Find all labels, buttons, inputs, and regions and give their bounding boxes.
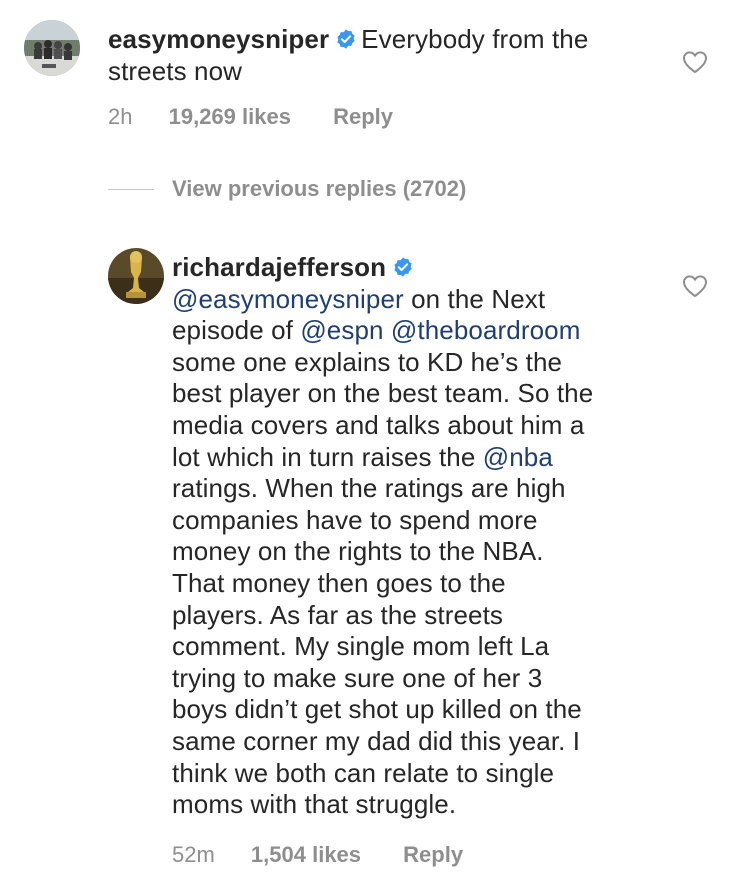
avatar[interactable]: [108, 248, 164, 304]
mention-link[interactable]: @theboardroom: [391, 315, 581, 345]
comment-body-line: think we both can relate to single: [172, 757, 555, 788]
comment-body-line: same corner my dad did this year. I: [172, 725, 581, 756]
comment-body-line: on the Next: [403, 283, 546, 314]
verified-badge-icon: [394, 257, 412, 277]
comment-body-line: trying to make sure one of her 3: [172, 662, 543, 693]
avatar-image: [108, 248, 164, 304]
comment-body-line: players. As far as the streets: [172, 599, 504, 630]
comment-body-line: That money then goes to the: [172, 567, 506, 598]
comment-body-line: boys didn’t get shot up killed on the: [172, 694, 582, 725]
comment-body-line: best player on the best team. So the: [172, 378, 594, 409]
comment-richardajefferson: richardajefferson @easymoneysniper on th…: [0, 0, 738, 896]
username[interactable]: richardajefferson: [172, 252, 386, 282]
mention-link[interactable]: @nba: [483, 442, 553, 472]
reply-button[interactable]: Reply: [403, 842, 463, 868]
mention-link[interactable]: @espn: [300, 315, 383, 345]
comment-body-line: companies have to spend more: [172, 504, 538, 535]
heart-outline-icon[interactable]: [682, 274, 708, 298]
comment-body-line: media covers and talks about him a: [172, 409, 585, 440]
comment-meta: 52m 1,504 likes Reply: [172, 842, 463, 868]
comment-body-line: comment. My single mom left La: [172, 631, 550, 662]
comment-body-line: some one explains to KD he’s the: [172, 346, 563, 377]
likes-count[interactable]: 1,504 likes: [251, 842, 361, 868]
comment-body-line: moms with that struggle.: [172, 789, 457, 820]
comment-body-line: episode of: [172, 315, 301, 346]
mention-link[interactable]: @easymoneysniper: [172, 284, 404, 314]
comment-text: richardajefferson @easymoneysniper on th…: [172, 252, 593, 821]
comment-body-line: money on the rights to the NBA.: [172, 536, 544, 567]
comment-body-line: lot which in turn raises the: [172, 441, 483, 472]
comment-body-line: ratings. When the ratings are high: [172, 473, 566, 504]
timestamp: 52m: [172, 842, 215, 867]
